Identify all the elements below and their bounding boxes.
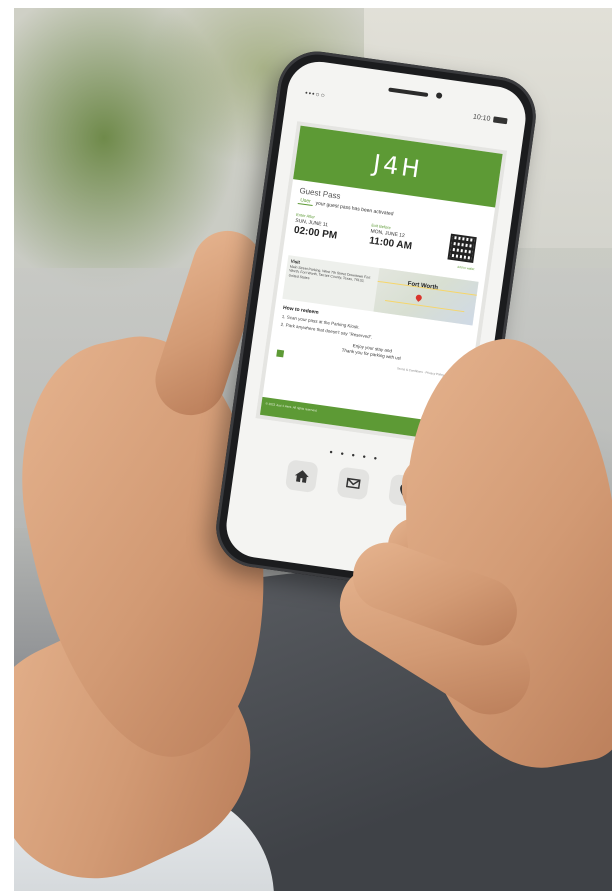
mail-button[interactable]: [336, 466, 371, 501]
enter-block: Enter After SUN, JUNE 11 02:00 PM: [293, 212, 339, 242]
home-button[interactable]: [284, 459, 319, 494]
mail-icon: [345, 477, 361, 490]
exit-block: Exit Before MON, JUNE 12 11:00 AM: [368, 222, 414, 252]
footer-copyright: © 2023 Just 4 Here. All rights reserved.: [265, 401, 318, 413]
signal-indicator: •••○○: [304, 89, 327, 100]
status-bar: •••○○ 10:10: [304, 90, 508, 130]
brand-logo: J4H: [371, 149, 425, 184]
battery-icon: [492, 116, 508, 125]
front-camera: [435, 92, 443, 99]
home-icon: [294, 470, 309, 483]
qr-code-icon[interactable]: [447, 233, 477, 263]
venue-info: Visit Main Street Parking, West 7th Stre…: [282, 255, 379, 311]
map-city-label: Fort Worth: [407, 280, 439, 292]
map-pin-icon: [414, 293, 424, 303]
venue-map[interactable]: Fort Worth: [373, 267, 479, 326]
user-name: User: [297, 197, 314, 206]
map-road: [385, 299, 465, 312]
wallet-link[interactable]: Add to wallet: [457, 265, 475, 271]
speaker-grille: [388, 87, 429, 98]
status-clock: 10:10: [472, 114, 508, 126]
brand-mark-icon: [276, 349, 285, 358]
